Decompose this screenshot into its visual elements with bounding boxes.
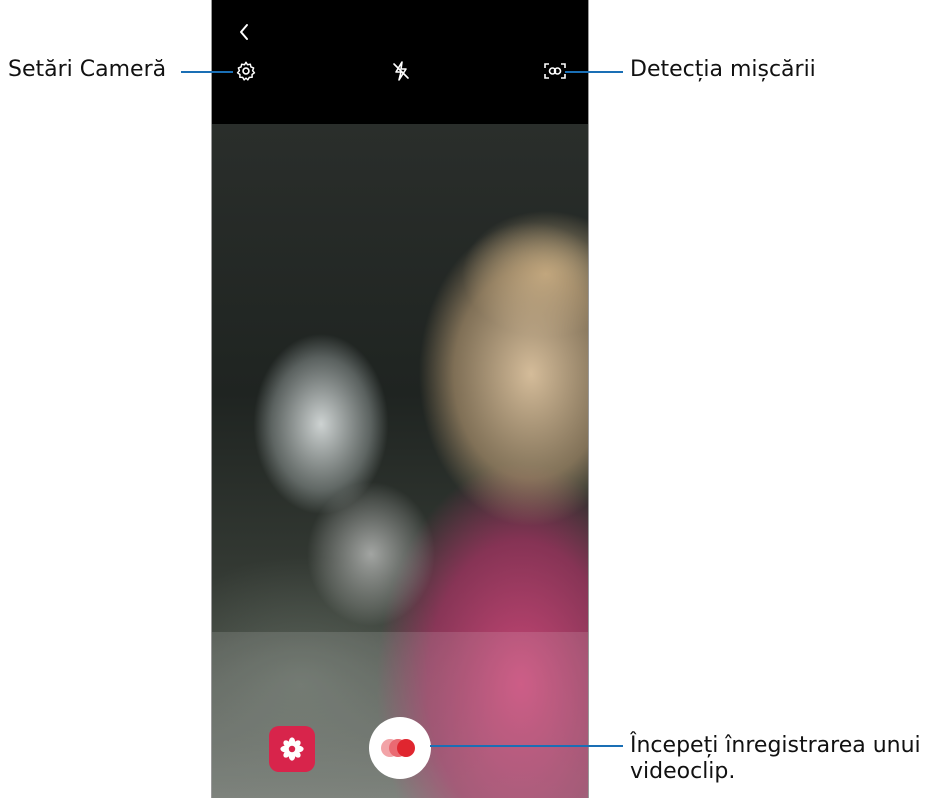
settings-callout-label: Setări Cameră <box>8 57 167 82</box>
phone-right-edge <box>588 0 589 798</box>
motion-callout-line <box>565 71 623 73</box>
record-callout-label: Începeți înregistrarea unui videoclip. <box>630 733 921 785</box>
flower-icon <box>280 737 304 761</box>
phone-screen <box>211 0 589 798</box>
manual-page: Setări Cameră Detecția mișcării Începeți… <box>0 0 935 798</box>
phone-left-edge <box>211 0 212 798</box>
record-callout-line <box>430 745 623 747</box>
settings-button[interactable] <box>233 58 259 84</box>
record-button[interactable] <box>369 717 431 779</box>
effects-button[interactable] <box>269 726 315 772</box>
flash-button[interactable] <box>389 58 413 84</box>
motion-callout-label: Detecția mișcării <box>630 57 816 82</box>
motion-detection-icon <box>544 63 566 79</box>
settings-callout-line <box>181 71 233 73</box>
gear-icon <box>236 61 256 81</box>
back-button[interactable] <box>233 18 255 46</box>
water-splash <box>271 454 481 654</box>
chevron-left-icon <box>240 24 248 40</box>
flash-off-icon <box>393 61 409 81</box>
record-icon <box>381 739 415 757</box>
